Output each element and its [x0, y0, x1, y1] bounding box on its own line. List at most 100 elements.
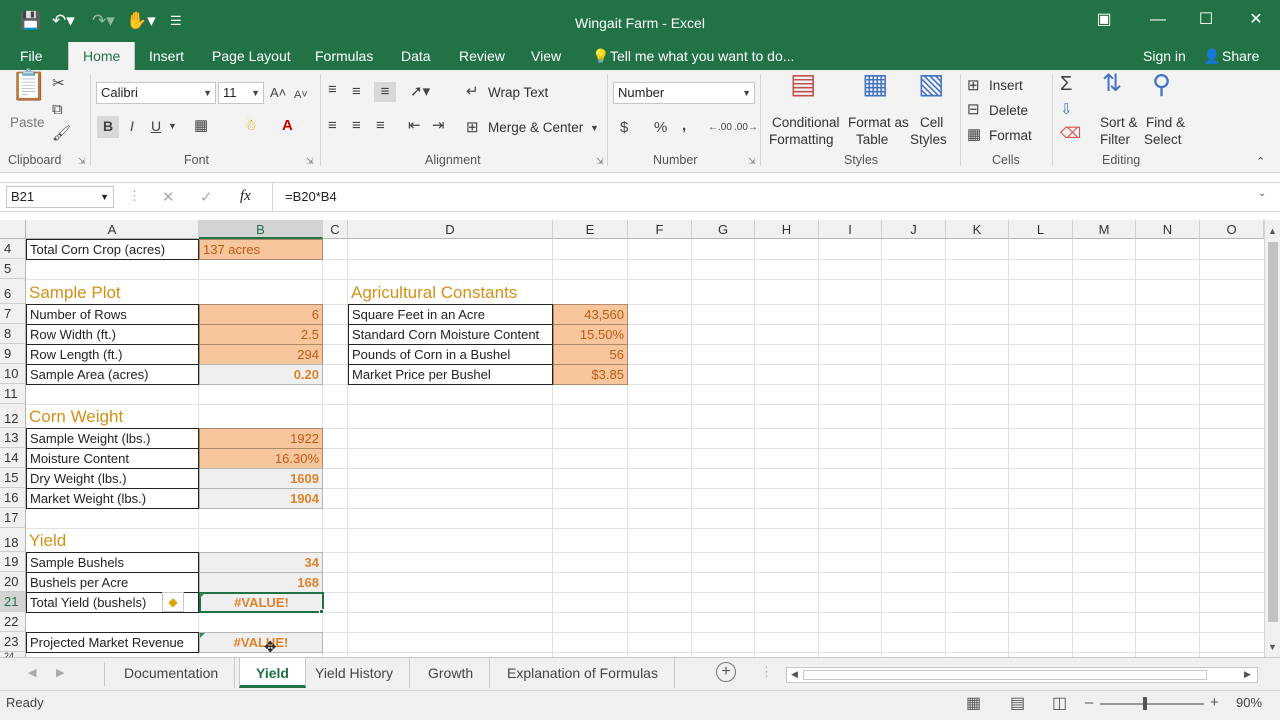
conditional-formatting-label[interactable]: Conditional	[772, 114, 840, 132]
page-break-view-icon[interactable]: ◫	[1052, 693, 1067, 713]
copy-icon[interactable]: ⧉	[52, 100, 63, 120]
maximize-button[interactable]: ☐	[1186, 6, 1226, 34]
enter-formula-icon[interactable]: ✓	[200, 188, 213, 206]
wrap-text-icon[interactable]: ↵	[466, 82, 479, 102]
row-header[interactable]: 15	[0, 468, 26, 488]
h-scroll-thumb[interactable]	[803, 670, 1207, 680]
underline-dropdown-icon[interactable]: ▼	[168, 116, 177, 136]
wrap-text-button[interactable]: Wrap Text	[488, 84, 548, 102]
cell-label[interactable]: Projected Market Revenue	[26, 632, 199, 653]
cell-label[interactable]: Market Price per Bushel	[348, 364, 553, 385]
sheet-tab-yield[interactable]: Yield	[239, 658, 306, 688]
row-header[interactable]: 17	[0, 508, 26, 528]
cell-value[interactable]: 1904	[199, 488, 323, 509]
name-box[interactable]: B21 ▼	[6, 186, 114, 208]
zoom-level[interactable]: 90%	[1236, 695, 1262, 710]
sort-filter-icon[interactable]: ⇅	[1102, 72, 1122, 96]
paste-label[interactable]: Paste	[10, 114, 45, 132]
alignment-launcher-icon[interactable]: ⇲	[596, 156, 604, 167]
number-format-select[interactable]: Number ▼	[613, 82, 755, 104]
cell-value[interactable]: 56	[553, 344, 628, 365]
clear-icon[interactable]: ⌫	[1060, 124, 1081, 144]
zoom-in-button[interactable]: +	[1210, 694, 1219, 711]
cut-icon[interactable]: ✂	[52, 74, 65, 94]
sign-in-link[interactable]: Sign in	[1143, 46, 1186, 66]
format-as-table-label[interactable]: Format as	[848, 114, 909, 132]
align-left-icon[interactable]: ≡	[328, 116, 337, 136]
cell-value[interactable]: 1922	[199, 428, 323, 449]
tell-me-box[interactable]: Tell me what you want to do...	[610, 46, 794, 66]
cell-value[interactable]: 2.5	[199, 324, 323, 345]
cancel-formula-icon[interactable]: ✕	[162, 188, 175, 206]
column-header[interactable]: A	[26, 220, 199, 239]
scroll-left-icon[interactable]: ◀	[791, 669, 798, 680]
insert-function-button[interactable]: fx	[240, 188, 251, 205]
tab-formulas[interactable]: Formulas	[315, 46, 373, 66]
row-header[interactable]: 16	[0, 488, 26, 508]
section-heading-yield[interactable]: Yield	[26, 530, 199, 552]
column-header[interactable]: I	[819, 220, 882, 239]
row-header[interactable]: 13	[0, 428, 26, 448]
row-header[interactable]: 18	[0, 528, 26, 552]
prev-sheet-icon[interactable]: ◀	[28, 666, 36, 679]
tab-file[interactable]: File	[20, 46, 43, 66]
row-header[interactable]: 8	[0, 324, 26, 344]
cell-styles-label-2[interactable]: Styles	[910, 131, 947, 149]
cell-label[interactable]: Pounds of Corn in a Bushel	[348, 344, 553, 365]
row-header[interactable]: 7	[0, 304, 26, 324]
decrease-indent-icon[interactable]: ⇤	[408, 116, 421, 136]
expand-formula-icon[interactable]: ⌄	[1258, 188, 1266, 199]
vertical-scrollbar[interactable]: ▲ ▼	[1264, 220, 1280, 657]
share-button[interactable]: Share	[1222, 46, 1259, 66]
paste-icon[interactable]: 📋	[10, 71, 47, 101]
cell-label[interactable]: Number of Rows	[26, 304, 199, 325]
row-header[interactable]: 5	[0, 259, 26, 279]
cell-label[interactable]: Row Width (ft.)	[26, 324, 199, 345]
tab-page-layout[interactable]: Page Layout	[212, 46, 291, 66]
insert-cells-icon[interactable]: ⊞	[967, 76, 980, 96]
row-header[interactable]: 19	[0, 552, 26, 572]
scroll-up-icon[interactable]: ▲	[1268, 226, 1277, 236]
cell-label[interactable]: Dry Weight (lbs.)	[26, 468, 199, 489]
borders-icon[interactable]: ▦	[194, 116, 208, 136]
cell-value[interactable]: 168	[199, 572, 323, 593]
format-as-table-icon[interactable]: ▦	[862, 70, 888, 98]
tab-data[interactable]: Data	[401, 46, 431, 66]
decrease-decimal-icon[interactable]: .00→	[734, 118, 758, 138]
align-center-icon[interactable]: ≡	[352, 116, 361, 136]
format-painter-icon[interactable]: 🖌	[52, 124, 71, 144]
increase-decimal-icon[interactable]: ←.00	[708, 118, 732, 138]
column-header[interactable]: E	[553, 220, 628, 239]
percent-button[interactable]: %	[654, 118, 667, 138]
sort-filter-label[interactable]: Sort &	[1100, 114, 1138, 132]
row-header[interactable]: 9	[0, 344, 26, 364]
column-header[interactable]: H	[755, 220, 819, 239]
delete-cells-button[interactable]: Delete	[989, 102, 1028, 120]
merge-center-button[interactable]: Merge & Center	[488, 119, 583, 137]
cell-value[interactable]: #VALUE!	[199, 632, 323, 653]
cell-label[interactable]: Moisture Content	[26, 448, 199, 469]
font-launcher-icon[interactable]: ⇲	[306, 156, 314, 167]
cell-label[interactable]: Sample Weight (lbs.)	[26, 428, 199, 449]
column-header[interactable]: J	[882, 220, 946, 239]
scroll-right-icon[interactable]: ▶	[1244, 669, 1251, 680]
cell-label[interactable]: Square Feet in an Acre	[348, 304, 553, 325]
row-header[interactable]: 10	[0, 364, 26, 384]
zoom-slider-thumb[interactable]	[1143, 697, 1147, 710]
conditional-formatting-icon[interactable]: ▤	[790, 70, 816, 98]
align-middle-icon[interactable]: ≡	[352, 82, 361, 102]
section-heading-sample-plot[interactable]: Sample Plot	[26, 282, 199, 304]
normal-view-icon[interactable]: ▦	[966, 693, 981, 713]
cell-value[interactable]: 16.30%	[199, 448, 323, 469]
minimize-button[interactable]: —	[1138, 6, 1178, 34]
autosum-icon[interactable]: Σ	[1060, 74, 1072, 94]
underline-button[interactable]: U	[148, 116, 164, 136]
column-header[interactable]: D	[348, 220, 553, 239]
page-layout-view-icon[interactable]: ▤	[1010, 693, 1025, 713]
scroll-down-icon[interactable]: ▼	[1268, 642, 1277, 652]
align-right-icon[interactable]: ≡	[376, 116, 385, 136]
cell-label[interactable]: Bushels per Acre	[26, 572, 199, 593]
conditional-formatting-label-2[interactable]: Formatting	[769, 131, 834, 149]
cell-value[interactable]: $3.85	[553, 364, 628, 385]
row-header[interactable]: 14	[0, 448, 26, 468]
